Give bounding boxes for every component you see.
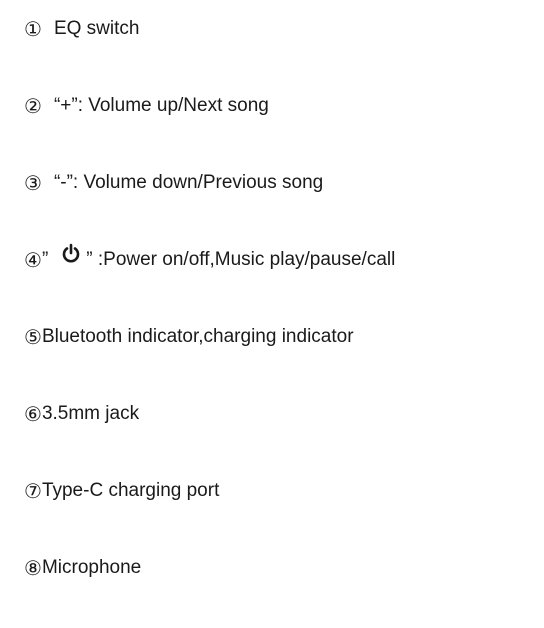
item-number: ③ xyxy=(24,171,42,195)
item-text: Type-C charging port xyxy=(41,480,220,501)
item-number: ⑤ xyxy=(24,325,42,349)
item-number: ⑧ xyxy=(24,556,42,580)
item-number: ⑥ xyxy=(24,402,42,426)
list-item-volume-up: ② “+”: Volume up/Next song xyxy=(24,89,269,123)
item-text: EQ switch xyxy=(53,18,140,39)
item-text: “-”: Volume down/Previous song xyxy=(53,172,324,193)
item-text: Bluetooth indicator,charging indicator xyxy=(41,326,354,347)
item-prefix: ” xyxy=(41,249,49,270)
power-icon xyxy=(60,243,82,265)
item-number: ④ xyxy=(24,248,42,272)
list-item-charging-port: ⑦ Type-C charging port xyxy=(24,474,219,508)
list-item-jack: ⑥ 3.5mm jack xyxy=(24,397,139,431)
list-item-bluetooth-indicator: ⑤ Bluetooth indicator,charging indicator xyxy=(24,320,354,354)
list-item-eq-switch: ① EQ switch xyxy=(24,12,139,46)
list-item-volume-down: ③ “-”: Volume down/Previous song xyxy=(24,166,323,200)
item-text: 3.5mm jack xyxy=(41,403,140,424)
item-number: ② xyxy=(24,94,42,118)
item-text: ” :Power on/off,Music play/pause/call xyxy=(86,249,396,270)
item-text: “+”: Volume up/Next song xyxy=(53,95,269,116)
item-text: Microphone xyxy=(41,557,142,578)
item-number: ⑦ xyxy=(24,479,42,503)
list-item-power: ④ ” ” :Power on/off,Music play/pause/cal… xyxy=(24,243,395,277)
item-number: ① xyxy=(24,17,42,41)
list-item-microphone: ⑧ Microphone xyxy=(24,551,141,585)
